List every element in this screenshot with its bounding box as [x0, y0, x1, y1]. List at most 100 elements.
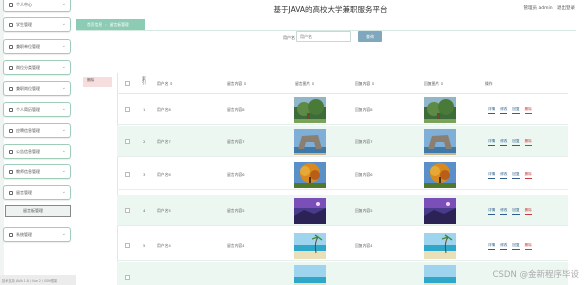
sidebar-item-teachers[interactable]: 教师信息管理 ⌄ [3, 164, 71, 179]
column-header-message-image[interactable]: 留言图片 ⇕ [295, 81, 315, 87]
search-button[interactable]: 查询 [358, 31, 382, 42]
delete-link[interactable]: 删除 [524, 139, 532, 146]
sort-icon: ⇕ [169, 81, 173, 86]
menu-icon [9, 149, 13, 154]
sort-icon: ⇕ [371, 81, 375, 86]
reply-image-arch [424, 129, 456, 155]
edit-link[interactable]: 修改 [500, 107, 508, 114]
edit-link[interactable]: 修改 [500, 139, 508, 146]
row-actions: 详情 修改 回复 删除 [488, 139, 532, 146]
menu-icon [9, 107, 13, 112]
edit-link[interactable]: 修改 [500, 208, 508, 215]
cell-username: 用户名7 [157, 139, 171, 144]
sidebar-item-message-board[interactable]: 留言板管理 [5, 205, 71, 217]
reply-link[interactable]: 回复 [512, 243, 520, 250]
detail-link[interactable]: 详情 [488, 139, 496, 146]
detail-link[interactable]: 详情 [488, 208, 496, 215]
sidebar-item-profile[interactable]: 个人中心 ⌄ [3, 0, 71, 12]
detail-link[interactable]: 详情 [488, 172, 496, 179]
row-checkbox[interactable] [125, 275, 130, 280]
sidebar-item-applications[interactable]: 应聘信息管理 ⌄ [3, 123, 71, 138]
user-info: 管理员 admin 退出登录 [524, 5, 575, 11]
sidebar-item-messages[interactable]: 留言管理 ⌄ [3, 185, 71, 200]
reply-link[interactable]: 回复 [512, 107, 520, 114]
column-header-reply[interactable]: 回复内容 ⇕ [355, 81, 375, 87]
column-header-message[interactable]: 留言内容 ⇕ [227, 81, 247, 87]
search-input[interactable] [296, 31, 351, 42]
cell-username: 用户名8 [157, 107, 171, 112]
detail-link[interactable]: 详情 [488, 107, 496, 114]
edit-link[interactable]: 修改 [500, 172, 508, 179]
column-header-index: 索引 [142, 76, 146, 85]
edit-link[interactable]: 修改 [500, 243, 508, 250]
sidebar-item-students[interactable]: 学生管理 ⌄ [3, 17, 71, 32]
user-icon [9, 2, 13, 7]
column-header-username[interactable]: 用户名 ⇕ [157, 81, 173, 87]
reply-link[interactable]: 回复 [512, 208, 520, 215]
sidebar-item-label: 应聘信息管理 [16, 127, 40, 133]
row-actions: 详情 修改 回复 删除 [488, 243, 532, 250]
reply-link[interactable]: 回复 [512, 139, 520, 146]
delete-link[interactable]: 删除 [524, 243, 532, 250]
sidebar-item-employers[interactable]: 兼职单位管理 ⌄ [3, 39, 71, 54]
sidebar-item-label: 教师信息管理 [16, 168, 40, 174]
breadcrumb-current: 留言板管理 [109, 21, 129, 27]
chevron-down-icon: ⌄ [61, 1, 66, 7]
menu-icon [9, 128, 13, 133]
menu-icon [9, 86, 13, 91]
row-checkbox[interactable] [125, 107, 130, 112]
table-header: 索引 用户名 ⇕ 留言内容 ⇕ 留言图片 ⇕ 回复内容 ⇕ 回复图片 ⇕ 操作 [117, 73, 568, 94]
delete-button[interactable]: 删除 [87, 78, 94, 83]
sort-icon: ⇕ [243, 81, 247, 86]
sidebar-item-notices[interactable]: 公告信息管理 ⌄ [3, 144, 71, 159]
chevron-down-icon: ⌄ [61, 21, 66, 27]
menu-icon [9, 232, 13, 237]
cell-reply: 回复内容4 [355, 243, 373, 248]
chevron-down-icon: ⌄ [61, 189, 66, 195]
cell-message: 留言内容6 [227, 172, 245, 177]
reply-image-beach [424, 265, 456, 285]
detail-link[interactable]: 详情 [488, 243, 496, 250]
logout-link[interactable]: 退出登录 [557, 6, 575, 11]
sidebar-item-label: 留言管理 [16, 189, 32, 195]
row-checkbox[interactable] [125, 139, 130, 144]
delete-link[interactable]: 删除 [524, 208, 532, 215]
column-header-label: 用户名 [157, 81, 169, 86]
menu-icon [9, 190, 13, 195]
cell-reply: 回复内容5 [355, 208, 373, 213]
cell-username: 用户名6 [157, 172, 171, 177]
sidebar-item-label: 岗位分类管理 [16, 64, 40, 70]
cell-message: 留言内容4 [227, 243, 245, 248]
sidebar: 个人中心 ⌄ 学生管理 ⌄ 兼职单位管理 ⌄ 岗位分类管理 ⌄ 兼职岗位管理 ⌄… [0, 0, 76, 275]
reply-link[interactable]: 回复 [512, 172, 520, 179]
menu-icon [9, 22, 13, 27]
sidebar-item-label: 兼职单位管理 [16, 43, 40, 49]
breadcrumb-home[interactable]: 首页信息 [87, 22, 102, 28]
message-image-purple [294, 198, 326, 224]
sidebar-item-resumes[interactable]: 个人简历管理 ⌄ [3, 102, 71, 117]
chevron-down-icon: ⌄ [61, 85, 66, 91]
sidebar-item-job-categories[interactable]: 岗位分类管理 ⌄ [3, 60, 71, 75]
sidebar-item-system[interactable]: 系统管理 ⌄ [3, 227, 71, 242]
cell-message: 留言内容8 [227, 107, 245, 112]
column-header-reply-image[interactable]: 回复图片 ⇕ [424, 81, 444, 87]
delete-link[interactable]: 删除 [524, 107, 532, 114]
message-image-beach [294, 233, 326, 259]
row-checkbox[interactable] [125, 243, 130, 248]
table-row: 2 用户名7 留言内容7 回复内容7 详情 修改 回复 删除 [117, 126, 568, 157]
sort-icon: ⇕ [311, 81, 315, 86]
column-header-label: 回复图片 [424, 81, 440, 86]
delete-link[interactable]: 删除 [524, 172, 532, 179]
sidebar-item-label: 兼职岗位管理 [16, 85, 40, 91]
row-checkbox[interactable] [125, 208, 130, 213]
cell-index: 5 [143, 243, 146, 248]
row-actions: 详情 修改 回复 删除 [488, 107, 532, 114]
table-row: 1 用户名8 留言内容8 回复内容8 详情 修改 回复 删除 [117, 94, 568, 125]
row-checkbox[interactable] [125, 172, 130, 177]
select-all-checkbox[interactable] [125, 81, 130, 86]
chevron-down-icon: ⌄ [61, 64, 66, 70]
chevron-down-icon: ⌄ [61, 231, 66, 237]
sidebar-item-jobs[interactable]: 兼职岗位管理 ⌄ [3, 81, 71, 96]
menu-icon [9, 65, 13, 70]
cell-index: 4 [143, 208, 146, 213]
